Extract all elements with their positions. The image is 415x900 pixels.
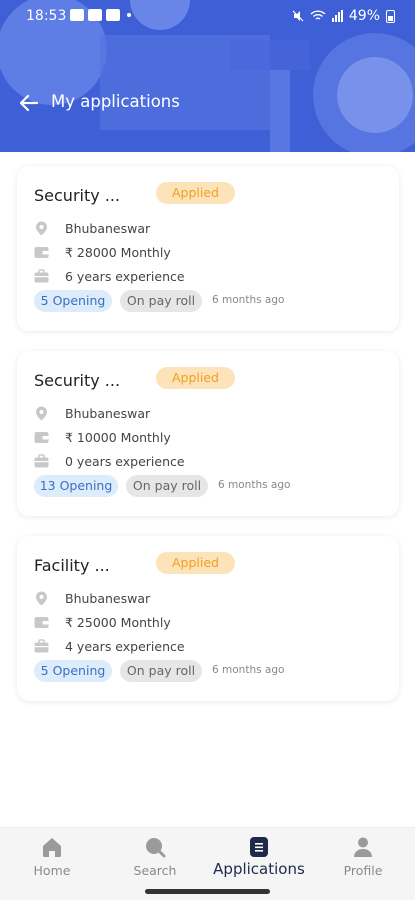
system-icons: 49% xyxy=(292,8,395,24)
salary-row: ₹ 25000 Monthly xyxy=(34,613,171,631)
nav-profile-label: Profile xyxy=(343,863,383,878)
wallet-icon xyxy=(34,245,49,260)
status-badge: Applied xyxy=(156,182,235,204)
job-title: Security ... xyxy=(34,371,121,390)
application-card[interactable]: Security ... Applied Bhubaneswar ₹ 10000… xyxy=(17,351,399,516)
job-salary: ₹ 25000 Monthly xyxy=(65,614,171,630)
pay-type-chip: On pay roll xyxy=(120,660,202,682)
job-salary: ₹ 10000 Monthly xyxy=(65,429,171,445)
home-icon xyxy=(43,838,61,857)
status-badge: Applied xyxy=(156,367,235,389)
nav-applications[interactable]: Applications xyxy=(213,836,305,878)
pay-type-chip: On pay roll xyxy=(126,475,208,497)
nav-home-label: Home xyxy=(33,863,71,878)
location-pin-icon xyxy=(34,406,49,421)
page-title: My applications xyxy=(51,92,180,111)
gesture-bar xyxy=(145,889,270,894)
job-location: Bhubaneswar xyxy=(65,590,151,606)
status-bar: 18:53 49% xyxy=(0,0,415,32)
profile-icon xyxy=(354,837,372,857)
job-location: Bhubaneswar xyxy=(65,220,151,236)
back-button[interactable] xyxy=(18,92,40,114)
posted-time: 6 months ago xyxy=(218,479,291,491)
openings-chip: 5 Opening xyxy=(34,290,112,312)
location-row: Bhubaneswar xyxy=(34,404,150,422)
notification-icons xyxy=(70,9,131,21)
application-card[interactable]: Facility ... Applied Bhubaneswar ₹ 25000… xyxy=(17,536,399,701)
gallery-icon xyxy=(70,9,84,21)
mute-icon xyxy=(292,10,304,22)
search-icon xyxy=(146,838,166,858)
status-badge: Applied xyxy=(156,552,235,574)
applications-icon xyxy=(250,837,268,857)
job-location: Bhubaneswar xyxy=(65,405,151,421)
experience-row: 6 years experience xyxy=(34,267,185,285)
location-pin-icon xyxy=(34,591,49,606)
job-salary: ₹ 28000 Monthly xyxy=(65,244,171,260)
battery-percent: 49% xyxy=(348,8,380,24)
salary-row: ₹ 28000 Monthly xyxy=(34,243,171,261)
wifi-icon xyxy=(310,10,326,20)
application-card[interactable]: Security ... Applied Bhubaneswar ₹ 28000… xyxy=(17,166,399,331)
nav-applications-label: Applications xyxy=(213,860,305,878)
location-row: Bhubaneswar xyxy=(34,589,150,607)
briefcase-icon xyxy=(34,269,49,284)
youtube-icon xyxy=(88,9,102,21)
battery-icon xyxy=(386,9,395,23)
openings-chip: 13 Opening xyxy=(34,475,118,497)
youtube-icon xyxy=(106,9,120,21)
posted-time: 6 months ago xyxy=(212,664,285,676)
status-time: 18:53 xyxy=(26,8,67,24)
wallet-icon xyxy=(34,615,49,630)
nav-search[interactable]: Search xyxy=(131,836,179,878)
nav-profile[interactable]: Profile xyxy=(342,836,384,878)
job-experience: 6 years experience xyxy=(65,268,185,284)
job-experience: 4 years experience xyxy=(65,638,185,654)
job-experience: 0 years experience xyxy=(65,453,185,469)
signal-icon xyxy=(331,10,343,22)
briefcase-icon xyxy=(34,454,49,469)
more-notifications-icon xyxy=(127,13,131,17)
location-row: Bhubaneswar xyxy=(34,219,150,237)
pay-type-chip: On pay roll xyxy=(120,290,202,312)
nav-search-label: Search xyxy=(133,863,177,878)
job-title: Facility ... xyxy=(34,556,110,575)
nav-home[interactable]: Home xyxy=(33,836,71,878)
experience-row: 0 years experience xyxy=(34,452,185,470)
openings-chip: 5 Opening xyxy=(34,660,112,682)
posted-time: 6 months ago xyxy=(212,294,285,306)
arrow-left-icon xyxy=(19,94,39,112)
briefcase-icon xyxy=(34,639,49,654)
salary-row: ₹ 10000 Monthly xyxy=(34,428,171,446)
wallet-icon xyxy=(34,430,49,445)
job-title: Security ... xyxy=(34,186,121,205)
experience-row: 4 years experience xyxy=(34,637,185,655)
location-pin-icon xyxy=(34,221,49,236)
